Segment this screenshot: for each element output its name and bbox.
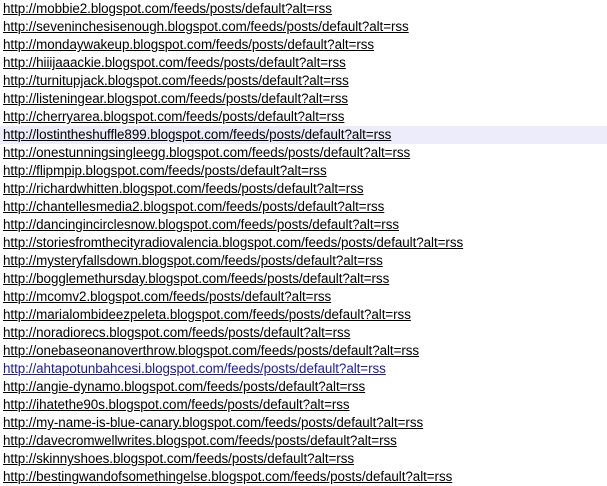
feed-row[interactable]: http://storiesfromthecityradiovalencia.b…: [0, 234, 607, 252]
feed-link[interactable]: http://seveninchesisenough.blogspot.com/…: [3, 19, 409, 34]
feed-link[interactable]: http://lostintheshuffle899.blogspot.com/…: [3, 127, 391, 142]
feed-link[interactable]: http://mondaywakeup.blogspot.com/feeds/p…: [3, 37, 374, 52]
feed-link[interactable]: http://richardwhitten.blogspot.com/feeds…: [3, 181, 364, 196]
feed-link[interactable]: http://marialombideezpeleta.blogspot.com…: [3, 307, 411, 322]
feed-row[interactable]: http://mondaywakeup.blogspot.com/feeds/p…: [0, 36, 607, 54]
feed-row[interactable]: http://richardwhitten.blogspot.com/feeds…: [0, 180, 607, 198]
feed-row[interactable]: http://dancingincirclesnow.blogspot.com/…: [0, 216, 607, 234]
feed-link[interactable]: http://bogglemethursday.blogspot.com/fee…: [3, 271, 389, 286]
feed-link[interactable]: http://ahtapotunbahcesi.blogspot.com/fee…: [3, 361, 386, 376]
feed-row[interactable]: http://mysteryfallsdown.blogspot.com/fee…: [0, 252, 607, 270]
feed-row[interactable]: http://noradiorecs.blogspot.com/feeds/po…: [0, 324, 607, 342]
feed-row[interactable]: http://onestunningsingleegg.blogspot.com…: [0, 144, 607, 162]
feed-row[interactable]: http://hiiijaaackie.blogspot.com/feeds/p…: [0, 54, 607, 72]
feed-row[interactable]: http://listeningear.blogspot.com/feeds/p…: [0, 90, 607, 108]
feed-link[interactable]: http://storiesfromthecityradiovalencia.b…: [3, 235, 463, 250]
feed-link[interactable]: http://davecromwellwrites.blogspot.com/f…: [3, 433, 397, 448]
feed-link[interactable]: http://bestingwandofsomethingelse.blogsp…: [3, 469, 452, 484]
feed-link[interactable]: http://listeningear.blogspot.com/feeds/p…: [3, 91, 348, 106]
feed-row[interactable]: http://bestingwandofsomethingelse.blogsp…: [0, 468, 607, 486]
feed-link[interactable]: http://flipmpip.blogspot.com/feeds/posts…: [3, 163, 327, 178]
feed-link[interactable]: http://cherryarea.blogspot.com/feeds/pos…: [3, 109, 344, 124]
feed-link[interactable]: http://hiiijaaackie.blogspot.com/feeds/p…: [3, 55, 346, 70]
feed-link[interactable]: http://skinnyshoes.blogspot.com/feeds/po…: [3, 451, 354, 466]
feed-link[interactable]: http://ihatethe90s.blogspot.com/feeds/po…: [3, 397, 350, 412]
feed-link[interactable]: http://chantellesmedia2.blogspot.com/fee…: [3, 199, 384, 214]
feed-row[interactable]: http://lostintheshuffle899.blogspot.com/…: [0, 126, 607, 144]
feed-row[interactable]: http://ahtapotunbahcesi.blogspot.com/fee…: [0, 360, 607, 378]
feed-row[interactable]: http://seveninchesisenough.blogspot.com/…: [0, 18, 607, 36]
feed-row[interactable]: http://ihatethe90s.blogspot.com/feeds/po…: [0, 396, 607, 414]
feed-row[interactable]: http://marialombideezpeleta.blogspot.com…: [0, 306, 607, 324]
feed-link[interactable]: http://mysteryfallsdown.blogspot.com/fee…: [3, 253, 383, 268]
feed-row[interactable]: http://onebaseonanoverthrow.blogspot.com…: [0, 342, 607, 360]
feed-row[interactable]: http://turnitupjack.blogspot.com/feeds/p…: [0, 72, 607, 90]
feed-row[interactable]: http://angie-dynamo.blogspot.com/feeds/p…: [0, 378, 607, 396]
feed-link[interactable]: http://my-name-is-blue-canary.blogspot.c…: [3, 415, 423, 430]
feed-link[interactable]: http://mcomv2.blogspot.com/feeds/posts/d…: [3, 289, 331, 304]
feed-link[interactable]: http://onebaseonanoverthrow.blogspot.com…: [3, 343, 419, 358]
feed-row[interactable]: http://cherryarea.blogspot.com/feeds/pos…: [0, 108, 607, 126]
feed-link[interactable]: http://turnitupjack.blogspot.com/feeds/p…: [3, 73, 349, 88]
feed-row[interactable]: http://my-name-is-blue-canary.blogspot.c…: [0, 414, 607, 432]
feed-link[interactable]: http://onestunningsingleegg.blogspot.com…: [3, 145, 410, 160]
feed-row[interactable]: http://skinnyshoes.blogspot.com/feeds/po…: [0, 450, 607, 468]
feed-row[interactable]: http://chantellesmedia2.blogspot.com/fee…: [0, 198, 607, 216]
feed-row[interactable]: http://mobbie2.blogspot.com/feeds/posts/…: [0, 0, 607, 18]
feed-link[interactable]: http://dancingincirclesnow.blogspot.com/…: [3, 217, 399, 232]
feed-link[interactable]: http://angie-dynamo.blogspot.com/feeds/p…: [3, 379, 365, 394]
feed-row[interactable]: http://davecromwellwrites.blogspot.com/f…: [0, 432, 607, 450]
feed-link[interactable]: http://mobbie2.blogspot.com/feeds/posts/…: [3, 1, 332, 16]
feed-link[interactable]: http://noradiorecs.blogspot.com/feeds/po…: [3, 325, 350, 340]
feed-row[interactable]: http://mcomv2.blogspot.com/feeds/posts/d…: [0, 288, 607, 306]
feed-row[interactable]: http://bogglemethursday.blogspot.com/fee…: [0, 270, 607, 288]
feed-row[interactable]: http://flipmpip.blogspot.com/feeds/posts…: [0, 162, 607, 180]
feed-url-list: http://mobbie2.blogspot.com/feeds/posts/…: [0, 0, 607, 486]
